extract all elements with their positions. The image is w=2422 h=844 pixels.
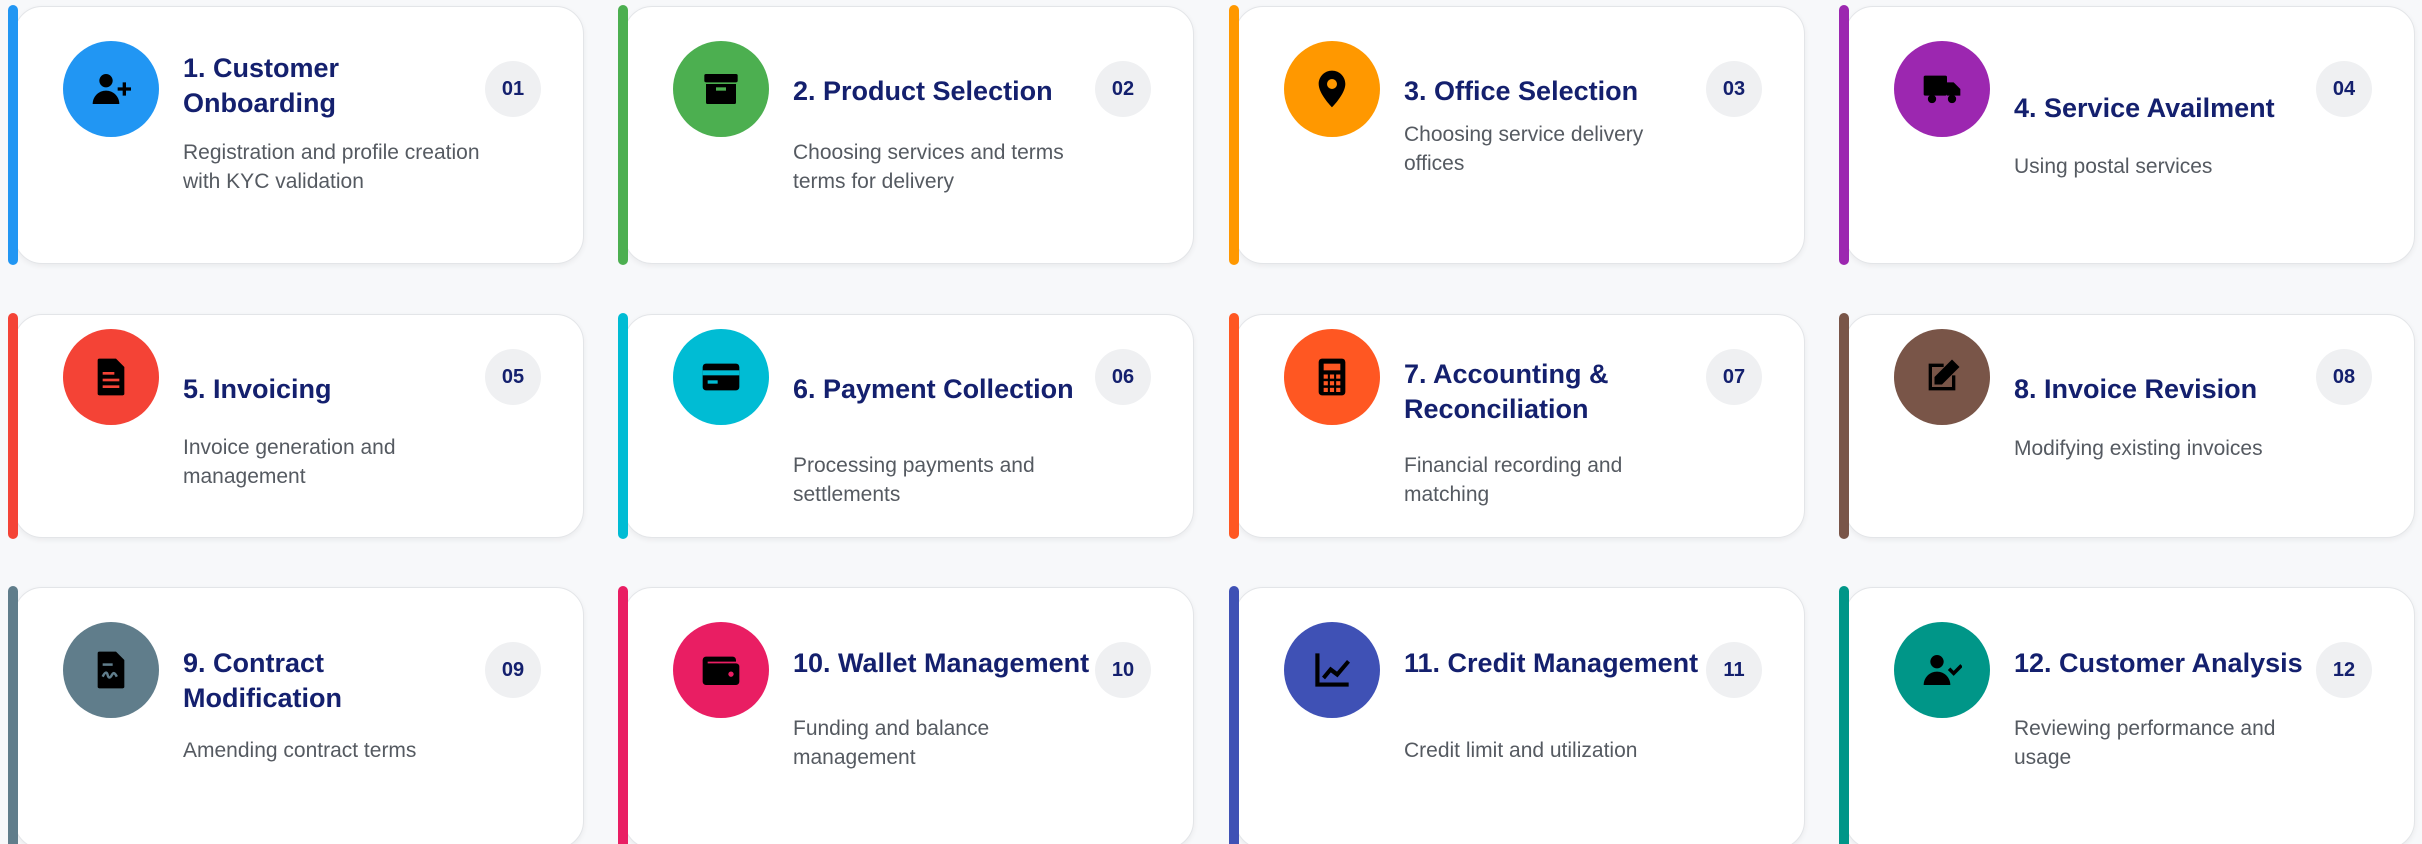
journey-card-08[interactable]: 8. Invoice Revision Modifying existing in…	[1839, 313, 2415, 539]
card-accent-bar	[1839, 313, 1849, 539]
step-number-badge: 03	[1706, 61, 1762, 117]
wallet-icon	[673, 622, 769, 718]
card-title: 4. Service Availment	[2014, 93, 2275, 123]
step-number-badge: 10	[1095, 642, 1151, 698]
card-title: 9. Contract Modification	[183, 648, 342, 713]
card-accent-bar	[618, 586, 628, 844]
card-accent-bar	[1229, 586, 1239, 844]
card-accent-bar	[8, 313, 18, 539]
card-description: Reviewing performance and usage	[2014, 717, 2276, 769]
card-description: Funding and balance management	[793, 717, 990, 769]
journey-card-02[interactable]: 2. Product Selection Choosing services an…	[618, 5, 1194, 265]
journey-card-grid: 1. Customer Onboarding Registration and p…	[0, 0, 2422, 844]
card-accent-bar	[1229, 313, 1239, 539]
journey-card-07[interactable]: 7. Accounting & Reconciliation Financial …	[1229, 313, 1805, 539]
card-accent-bar	[8, 586, 18, 844]
step-number-badge: 04	[2316, 61, 2372, 117]
journey-card-09[interactable]: 9. Contract Modification Amending contrac…	[8, 586, 584, 844]
location-pin-icon	[1284, 41, 1380, 137]
card-description: Registration and profile creation with K…	[183, 141, 480, 193]
card-title: 11. Credit Management	[1404, 648, 1699, 678]
journey-card-01[interactable]: 1. Customer Onboarding Registration and p…	[8, 5, 584, 265]
step-number-badge: 06	[1095, 349, 1151, 405]
card-title: 6. Payment Collection	[793, 374, 1074, 404]
card-title: 3. Office Selection	[1404, 76, 1639, 106]
card-description: Financial recording and matching	[1404, 454, 1623, 506]
step-number-badge: 01	[485, 61, 541, 117]
card-title: 12. Customer Analysis	[2014, 648, 2303, 678]
card-description: Credit limit and utilization	[1404, 739, 1638, 762]
card-accent-bar	[618, 5, 628, 265]
step-number-badge: 12	[2316, 642, 2372, 698]
step-number-badge: 02	[1095, 61, 1151, 117]
journey-card-05[interactable]: 5. Invoicing Invoice generation and manag…	[8, 313, 584, 539]
step-number-badge: 08	[2316, 349, 2372, 405]
user-plus-icon	[63, 41, 159, 137]
edit-icon	[1894, 329, 1990, 425]
journey-card-11[interactable]: 11. Credit Management Credit limit and ut…	[1229, 586, 1805, 844]
chart-line-icon	[1284, 622, 1380, 718]
contract-icon	[63, 622, 159, 718]
card-accent-bar	[618, 313, 628, 539]
step-number-badge: 05	[485, 349, 541, 405]
card-title: 5. Invoicing	[183, 374, 332, 404]
card-description: Processing payments and settlements	[793, 454, 1035, 506]
journey-card-12[interactable]: 12. Customer Analysis Reviewing performan…	[1839, 586, 2415, 844]
card-accent-bar	[1839, 586, 1849, 844]
card-title: 10. Wallet Management	[793, 648, 1090, 678]
box-icon	[673, 41, 769, 137]
card-title: 2. Product Selection	[793, 76, 1053, 106]
invoice-icon	[63, 329, 159, 425]
card-description: Choosing service delivery offices	[1404, 123, 1644, 175]
card-title: 8. Invoice Revision	[2014, 374, 2258, 404]
journey-card-04[interactable]: 4. Service Availment Using postal service…	[1839, 5, 2415, 265]
journey-card-06[interactable]: 6. Payment Collection Processing payments…	[618, 313, 1194, 539]
step-number-badge: 07	[1706, 349, 1762, 405]
calculator-icon	[1284, 329, 1380, 425]
journey-card-10[interactable]: 10. Wallet Management Funding and balance…	[618, 586, 1194, 844]
card-description: Modifying existing invoices	[2014, 437, 2263, 460]
card-accent-bar	[1839, 5, 1849, 265]
card-description: Choosing services and terms terms for de…	[793, 141, 1064, 193]
user-check-icon	[1894, 622, 1990, 718]
credit-card-icon	[673, 329, 769, 425]
truck-icon	[1894, 41, 1990, 137]
journey-card-03[interactable]: 3. Office Selection Choosing service deli…	[1229, 5, 1805, 265]
card-accent-bar	[8, 5, 18, 265]
card-accent-bar	[1229, 5, 1239, 265]
step-number-badge: 09	[485, 642, 541, 698]
card-description: Invoice generation and management	[183, 436, 396, 488]
card-description: Amending contract terms	[183, 739, 417, 762]
step-number-badge: 11	[1706, 642, 1762, 698]
card-title: 1. Customer Onboarding	[183, 53, 340, 118]
card-description: Using postal services	[2014, 155, 2213, 178]
card-title: 7. Accounting & Reconciliation	[1404, 359, 1609, 424]
